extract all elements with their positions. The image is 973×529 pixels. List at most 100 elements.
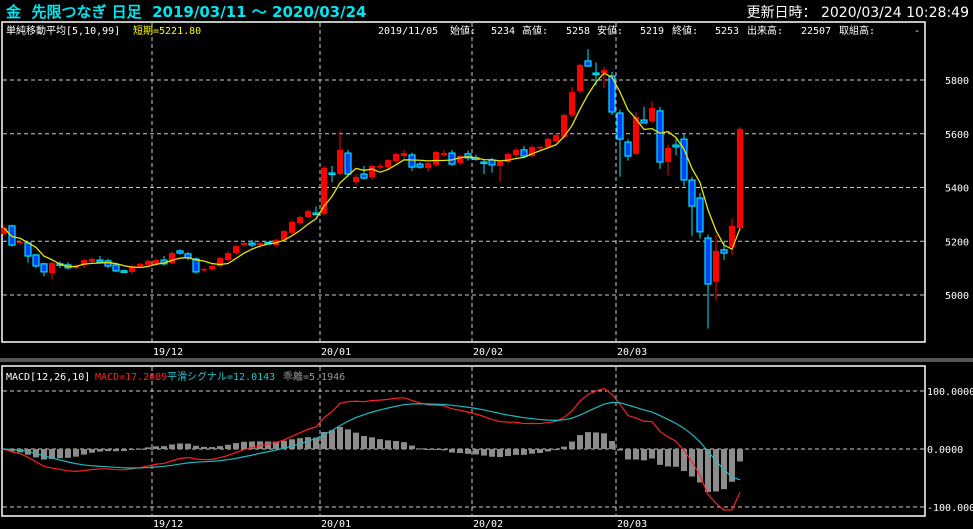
macd-histogram-bar <box>97 449 103 452</box>
macd-histogram-bar <box>553 449 559 451</box>
macd-histogram-bar <box>361 435 367 449</box>
macd-histogram-bar <box>641 449 647 461</box>
candle-up <box>545 138 551 147</box>
candle-up <box>17 241 23 244</box>
ma-short-value: 短期=5221.80 <box>133 24 201 37</box>
macd-histogram-bar <box>225 444 231 449</box>
candle-down <box>96 259 104 263</box>
price-tick-label: 5400 <box>945 184 969 195</box>
candle-up <box>305 210 311 218</box>
macd-histogram-bar <box>497 449 503 458</box>
candle-down <box>624 141 632 157</box>
candle-down <box>32 254 40 267</box>
macd-histogram-bar <box>657 449 663 465</box>
price-panel-frame <box>1 21 926 343</box>
price-tick-label: 5600 <box>945 130 969 141</box>
info-low-label: 安値: <box>597 24 623 37</box>
candle-down <box>408 154 416 168</box>
candle-up <box>201 268 207 271</box>
macd-histogram-bar <box>153 446 159 449</box>
signal-value: 平滑シグナル=12.0143 <box>167 370 275 383</box>
macd-histogram-bar <box>505 449 511 457</box>
macd-histogram-bar <box>289 439 295 449</box>
macd-histogram-bar <box>561 446 567 449</box>
candle-up <box>393 153 399 161</box>
candle-up <box>353 177 359 183</box>
date-tick-label: 20/02 <box>473 347 503 358</box>
candle-up <box>377 166 383 168</box>
macd-histogram-bar <box>161 446 167 449</box>
candle-up <box>257 243 263 246</box>
date-tick-label: 19/12 <box>153 519 183 529</box>
price-tick-label: 5800 <box>945 76 969 87</box>
macd-histogram-bar <box>713 449 719 492</box>
info-open-label: 始値: <box>450 24 476 37</box>
macd-histogram-bar <box>185 443 191 449</box>
candle-down <box>696 197 704 233</box>
info-date: 2019/11/05 <box>378 26 438 37</box>
macd-histogram-bar <box>537 449 543 453</box>
candle-down <box>688 179 696 207</box>
macd-histogram-bar <box>217 446 223 449</box>
macd-histogram-bar <box>73 449 79 457</box>
candle-down <box>248 242 256 246</box>
candle-down <box>24 242 32 257</box>
macd-histogram-bar <box>177 443 183 449</box>
macd-histogram-bar <box>409 445 415 449</box>
macd-histogram-bar <box>457 449 463 454</box>
candle-up <box>209 265 215 269</box>
macd-histogram-bar <box>193 445 199 449</box>
macd-histogram-bar <box>121 449 127 452</box>
macd-histogram-bar <box>425 449 431 451</box>
macd-tick-label: 100.0000 <box>927 387 973 398</box>
macd-histogram-bar <box>441 449 447 451</box>
info-high: 5258 <box>566 26 590 37</box>
panel-splitter[interactable] <box>0 358 973 362</box>
diff-value: 乖離=5.1946 <box>283 370 345 383</box>
candle-up <box>737 128 743 229</box>
candle-down <box>520 149 528 157</box>
candle-down <box>360 173 368 179</box>
macd-histogram-bar <box>129 449 135 450</box>
macd-histogram-bar <box>473 449 479 455</box>
info-low: 5219 <box>640 26 664 37</box>
date-tick-label: 20/01 <box>321 519 351 529</box>
candle-up <box>569 92 575 115</box>
candle-down <box>672 144 680 148</box>
candle-up <box>385 160 391 168</box>
macd-histogram-bar <box>601 433 607 449</box>
chart-area[interactable]: 5000 5200 5400 5600 5800 100.0000 0.0000 -100.0… <box>0 0 973 529</box>
macd-histogram-bar <box>513 449 519 455</box>
candle-up <box>425 163 431 169</box>
macd-histogram-bar <box>393 441 399 449</box>
candle-down <box>488 159 496 166</box>
candle-up <box>441 153 447 155</box>
macd-value: MACD=17.2089 <box>95 372 167 383</box>
macd-histogram-bar <box>521 449 527 455</box>
candle-up <box>137 263 143 267</box>
macd-histogram-bar <box>337 426 343 449</box>
candle-down <box>616 112 624 140</box>
candle-down <box>192 258 200 273</box>
macd-histogram-bar <box>401 442 407 449</box>
macd-histogram-bar <box>449 449 455 453</box>
macd-histogram-bar <box>113 449 119 452</box>
macd-histogram-bar <box>65 449 71 458</box>
macd-histogram-bar <box>233 443 239 449</box>
macd-histogram-bar <box>465 449 471 454</box>
candle-up <box>537 146 543 149</box>
macd-histogram-bar <box>241 441 247 449</box>
candle-up <box>433 152 439 165</box>
macd-histogram-bar <box>705 449 711 493</box>
macd-histogram-bar <box>345 429 351 449</box>
macd-histogram-bar <box>265 441 271 449</box>
macd-histogram-bar <box>665 449 671 467</box>
macd-histogram-bar <box>81 449 87 455</box>
macd-histogram-bar <box>385 440 391 449</box>
macd-histogram-bar <box>433 449 439 450</box>
macd-histogram-bar <box>305 437 311 449</box>
price-tick-label: 5000 <box>945 291 969 302</box>
macd-histogram-bar <box>417 448 423 450</box>
macd-histogram-bar <box>737 449 743 462</box>
macd-histogram-bar <box>529 449 535 454</box>
